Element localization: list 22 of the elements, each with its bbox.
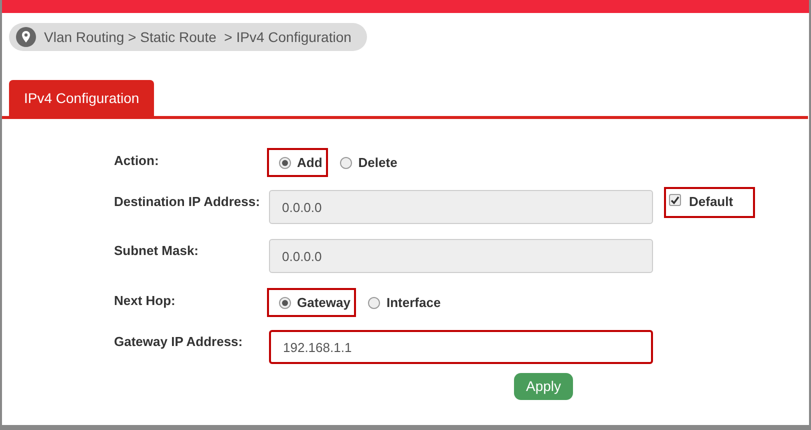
radio-option[interactable]: Delete	[328, 148, 404, 177]
tab[interactable]: IPv4 Configuration	[9, 80, 154, 116]
radio-button[interactable]	[279, 296, 291, 308]
field-label: Destination IP Address:	[114, 193, 261, 211]
radio-button[interactable]	[368, 296, 380, 308]
checkbox-label: Default	[689, 193, 734, 211]
field-label: Gateway IP Address:	[114, 333, 244, 351]
radio-option[interactable]: Gateway	[267, 288, 356, 317]
radio-option[interactable]: Interface	[356, 288, 447, 317]
field-label: Action:	[114, 152, 160, 170]
breadcrumb-path: Vlan Routing > Static Route > IPv4 Configuration	[44, 28, 352, 47]
option-label: Gateway	[297, 294, 350, 312]
field-label: Next Hop:	[114, 292, 176, 310]
option-label: Interface	[386, 294, 441, 312]
field-label: Subnet Mask:	[114, 242, 200, 260]
radio-button[interactable]	[340, 156, 352, 168]
radio-option[interactable]: Add	[267, 148, 328, 177]
input-field[interactable]: 192.168.1.1	[269, 330, 653, 364]
option-label: Add	[297, 154, 322, 172]
radio-button[interactable]	[279, 156, 291, 168]
location-pin-icon	[16, 27, 36, 47]
option-label: Delete	[358, 154, 398, 172]
